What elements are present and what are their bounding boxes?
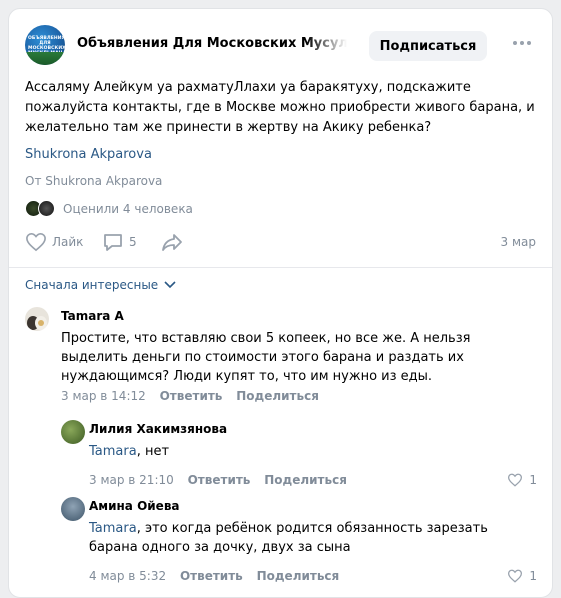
liked-count-text: Оценили 4 человека xyxy=(63,202,193,216)
comment-text: Простите, что вставляю свои 5 копеек, но… xyxy=(61,331,471,384)
chevron-down-icon xyxy=(164,281,176,289)
comment-meta: 4 мар в 5:32 Ответить Поделиться xyxy=(89,569,339,583)
heart-icon xyxy=(508,569,523,583)
post-text: Ассаляму Алейкум уа рахматуЛлахи уа бара… xyxy=(25,80,535,135)
commenter-avatar[interactable] xyxy=(61,497,85,521)
comment-reply: Амина Ойева Tamara, это когда ребёнок ро… xyxy=(61,497,537,583)
reply-button[interactable]: Ответить xyxy=(188,473,251,487)
commenter-name[interactable]: Амина Ойева xyxy=(89,499,180,513)
comment-like-count: 1 xyxy=(529,569,537,583)
mention-link[interactable]: Tamara xyxy=(89,521,137,536)
commenter-avatar[interactable] xyxy=(61,420,85,444)
comment-date[interactable]: 3 мар в 14:12 xyxy=(61,389,146,403)
post-card: ОБЪЯВЛЕНИЯ ДЛЯ МОСКОВСКИХ МУСУЛЬМАН Объя… xyxy=(8,8,553,598)
comment-icon xyxy=(104,234,122,251)
share-button[interactable] xyxy=(160,231,184,253)
post-actions: Лайк 5 3 мар xyxy=(25,231,536,253)
liker-avatar xyxy=(38,200,55,217)
comment-meta: 3 мар в 21:10 Ответить Поделиться xyxy=(89,473,347,487)
comments-count: 5 xyxy=(129,235,137,249)
commenter-name[interactable]: Tamara A xyxy=(61,309,124,323)
commenter-avatar[interactable] xyxy=(25,307,49,331)
more-options-icon[interactable] xyxy=(512,37,532,49)
share-comment-button[interactable]: Поделиться xyxy=(257,569,340,583)
comments-sort-dropdown[interactable]: Сначала интересные xyxy=(25,278,176,292)
reply-button[interactable]: Ответить xyxy=(160,389,223,403)
mention-link[interactable]: Tamara xyxy=(89,444,137,459)
group-name[interactable]: Объявления Для Московских Мусульман xyxy=(77,36,347,51)
commenter-name[interactable]: Лилия Хакимзянова xyxy=(89,422,227,436)
post-header: ОБЪЯВЛЕНИЯ ДЛЯ МОСКОВСКИХ МУСУЛЬМАН Объя… xyxy=(25,25,536,65)
post-date[interactable]: 3 мар xyxy=(501,235,536,249)
post-from-line: От Shukrona Akparova xyxy=(25,174,163,188)
share-comment-button[interactable]: Поделиться xyxy=(264,473,347,487)
comment-like-button[interactable]: 1 xyxy=(507,569,537,583)
comment-text: Tamara, это когда ребёнок родится обязан… xyxy=(89,519,529,557)
like-label: Лайк xyxy=(52,235,84,249)
comment-body: , это когда ребёнок родится обязанность … xyxy=(89,521,488,555)
heart-icon xyxy=(508,473,523,487)
comment: Tamara A Простите, что вставляю свои 5 к… xyxy=(25,307,537,407)
cat-avatar-icon xyxy=(27,316,47,330)
reply-button[interactable]: Ответить xyxy=(180,569,243,583)
comment-like-button[interactable]: 1 xyxy=(507,473,537,487)
divider xyxy=(9,267,552,268)
comment-text: Tamara, нет xyxy=(89,442,529,461)
comments-sort-label: Сначала интересные xyxy=(25,278,159,292)
like-button[interactable]: Лайк xyxy=(25,231,83,253)
comment-meta: 3 мар в 14:12 Ответить Поделиться xyxy=(61,389,319,403)
heart-icon xyxy=(26,232,46,252)
comments-button[interactable]: 5 xyxy=(102,231,137,253)
comment-date[interactable]: 3 мар в 21:10 xyxy=(89,473,174,487)
comment-like-count: 1 xyxy=(529,473,537,487)
comment-body: , нет xyxy=(136,444,170,459)
share-comment-button[interactable]: Поделиться xyxy=(236,389,319,403)
mosque-silhouette-icon xyxy=(25,52,65,65)
group-avatar[interactable]: ОБЪЯВЛЕНИЯ ДЛЯ МОСКОВСКИХ МУСУЛЬМАН xyxy=(25,25,65,65)
comment-date[interactable]: 4 мар в 5:32 xyxy=(89,569,166,583)
comment-reply: Лилия Хакимзянова Tamara, нет 3 мар в 21… xyxy=(61,420,537,490)
share-icon xyxy=(162,234,182,251)
post-author-link[interactable]: Shukrona Akparova xyxy=(25,147,152,162)
subscribe-button[interactable]: Подписаться xyxy=(369,31,487,61)
